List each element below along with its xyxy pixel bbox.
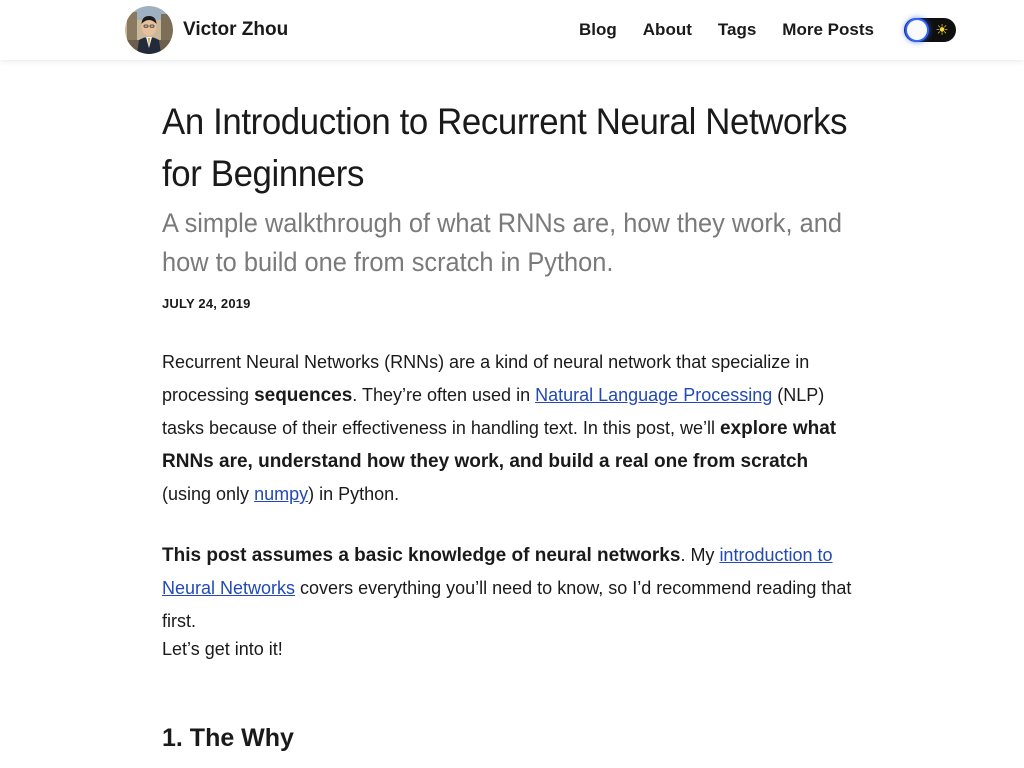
avatar — [125, 6, 173, 54]
site-name: Victor Zhou — [183, 19, 289, 40]
article: An Introduction to Recurrent Neural Netw… — [162, 96, 862, 752]
main-nav: Blog About Tags More Posts — [579, 19, 874, 41]
nlp-link[interactable]: Natural Language Processing — [535, 385, 772, 405]
brand-link[interactable]: Victor Zhou — [125, 6, 288, 54]
sun-icon: ☀ — [935, 21, 949, 39]
bold-span: sequences — [254, 385, 353, 406]
nav-blog[interactable]: Blog — [579, 19, 617, 41]
intro-paragraph: Recurrent Neural Networks (RNNs) are a k… — [162, 346, 862, 511]
text-span: . They’re often used in — [352, 385, 536, 405]
prereq-paragraph: This post assumes a basic knowledge of n… — [162, 539, 862, 638]
text-span: ) in Python. — [308, 484, 400, 504]
theme-toggle[interactable]: ☀ — [904, 18, 956, 42]
page-subtitle: A simple walkthrough of what RNNs are, h… — [162, 208, 842, 277]
nav-tags[interactable]: Tags — [718, 19, 756, 41]
site-header: Victor Zhou Blog About Tags More Posts ☀ — [0, 0, 1024, 60]
nav-about[interactable]: About — [643, 19, 692, 41]
numpy-link[interactable]: numpy — [254, 484, 308, 504]
text-span: (using only — [162, 484, 255, 504]
post-date: JULY 24, 2019 — [162, 296, 251, 311]
text-span: . My — [680, 545, 720, 565]
toggle-thumb — [907, 20, 927, 40]
lets-go-paragraph: Let’s get into it! — [162, 639, 283, 659]
page-title: An Introduction to Recurrent Neural Netw… — [162, 101, 848, 194]
section-heading-why: 1. The Why — [162, 724, 294, 752]
bold-span: This post assumes a basic knowledge of n… — [162, 545, 681, 566]
nav-more-posts[interactable]: More Posts — [782, 19, 874, 41]
